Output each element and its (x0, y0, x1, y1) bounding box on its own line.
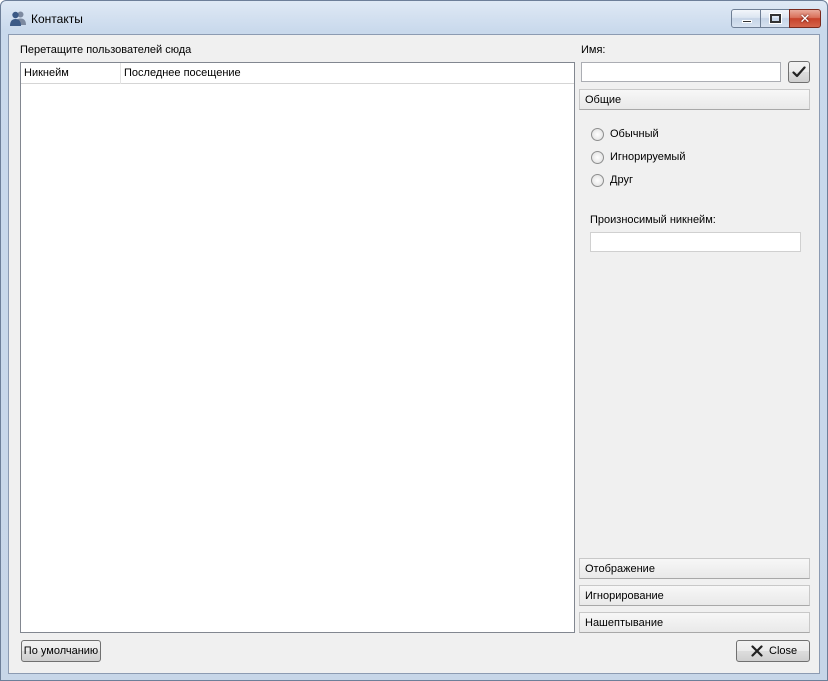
defaults-button[interactable]: По умолчанию (21, 640, 101, 662)
window-title: Контакты (31, 12, 83, 26)
section-general[interactable]: Общие (579, 89, 810, 110)
radio-normal-circle[interactable] (591, 127, 604, 141)
column-header-last-seen[interactable]: Последнее посещение (121, 63, 574, 84)
radio-normal[interactable]: Обычный (591, 126, 659, 142)
minimize-icon (742, 20, 752, 23)
radio-friend-label: Друг (610, 174, 633, 186)
close-icon: ✕ (799, 11, 811, 26)
list-header: Никнейм Последнее посещение (21, 63, 574, 84)
radio-friend-circle[interactable] (591, 173, 604, 187)
radio-ignored-circle[interactable] (591, 150, 604, 164)
radio-ignored-label: Игнорируемый (610, 151, 686, 163)
close-window-button[interactable]: ✕ (789, 9, 821, 28)
pronounced-nickname-input[interactable] (590, 232, 801, 252)
section-ignore[interactable]: Игнорирование (579, 585, 810, 606)
close-button-label: Close (769, 645, 798, 657)
caption-buttons: ✕ (731, 9, 821, 28)
radio-normal-label: Обычный (610, 128, 659, 140)
column-header-nickname[interactable]: Никнейм (21, 63, 121, 84)
name-input[interactable] (581, 62, 781, 82)
window-client-area: Перетащите пользователей сюда Никнейм По… (8, 34, 820, 674)
apply-name-button[interactable] (788, 61, 810, 83)
section-whisper[interactable]: Нашептывание (579, 612, 810, 633)
contacts-window: Контакты ✕ Перетащите пользователей сюда… (0, 0, 828, 681)
radio-ignored[interactable]: Игнорируемый (591, 149, 685, 165)
contacts-list[interactable]: Никнейм Последнее посещение (20, 62, 575, 633)
checkmark-icon (792, 66, 806, 78)
maximize-icon (769, 13, 782, 24)
maximize-button[interactable] (760, 9, 790, 28)
close-x-icon (751, 645, 763, 657)
section-display[interactable]: Отображение (579, 558, 810, 579)
pronounced-nickname-label: Произносимый никнейм: (590, 214, 716, 226)
close-button[interactable]: Close (736, 640, 810, 662)
title-bar[interactable]: Контакты ✕ (1, 1, 827, 34)
name-label: Имя: (581, 44, 606, 56)
minimize-button[interactable] (731, 9, 761, 28)
contacts-icon (10, 11, 26, 26)
radio-friend[interactable]: Друг (591, 172, 633, 188)
drag-users-label: Перетащите пользователей сюда (20, 44, 192, 56)
